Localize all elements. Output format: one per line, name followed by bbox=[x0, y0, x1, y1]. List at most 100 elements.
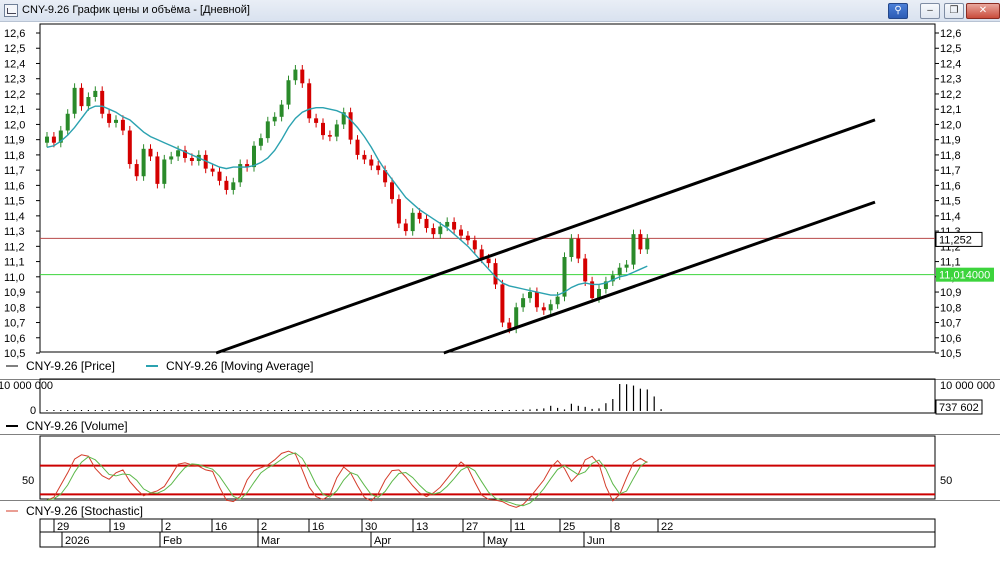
y-tick-label-right: 11,5 bbox=[940, 196, 961, 208]
candle-body bbox=[79, 87, 84, 107]
y-tick-label-left: 11,4 bbox=[4, 211, 25, 223]
panel-separator bbox=[0, 434, 1000, 435]
last-price-label: 11,252 bbox=[939, 234, 972, 246]
candle-body bbox=[638, 234, 643, 250]
candle-body bbox=[576, 238, 581, 259]
stochastic-right-label: 50 bbox=[940, 475, 952, 487]
chart-window-icon bbox=[4, 4, 18, 17]
candle-body bbox=[548, 304, 553, 311]
y-tick-label-left: 12,1 bbox=[4, 104, 25, 116]
y-tick-label-right: 12,3 bbox=[940, 74, 961, 86]
y-tick-label-left: 10,7 bbox=[4, 318, 25, 330]
candle-body bbox=[100, 90, 105, 114]
candle-body bbox=[583, 258, 588, 282]
candle-body bbox=[327, 135, 332, 137]
y-tick-label-left: 11,7 bbox=[4, 165, 25, 177]
y-tick-label-left: 12,5 bbox=[4, 43, 25, 55]
y-tick-label-right: 10,7 bbox=[940, 318, 961, 330]
volume-zero-label: 0 bbox=[30, 405, 36, 417]
candle-body bbox=[514, 307, 519, 329]
y-tick-label-right: 12,5 bbox=[940, 43, 961, 55]
y-tick-label-left: 11,0 bbox=[4, 272, 25, 284]
candle-body bbox=[521, 298, 526, 308]
y-tick-label-right: 11,4 bbox=[940, 211, 961, 223]
candle-body bbox=[224, 180, 229, 190]
date-month-label: 2026 bbox=[65, 535, 89, 547]
date-day-label: 22 bbox=[661, 521, 673, 533]
legend-ma-text: CNY-9.26 [Moving Average] bbox=[166, 359, 313, 373]
date-day-label: 25 bbox=[563, 521, 575, 533]
y-tick-label-right: 12,2 bbox=[940, 89, 961, 101]
candle-body bbox=[107, 113, 112, 123]
y-tick-label-right: 12,4 bbox=[940, 58, 961, 70]
candle-body bbox=[265, 121, 270, 139]
candle-body bbox=[114, 119, 118, 123]
candle-body bbox=[493, 263, 498, 285]
candle-body bbox=[127, 130, 132, 165]
candle-body bbox=[459, 229, 463, 236]
price-panel-frame bbox=[39, 23, 936, 353]
y-tick-label-left: 12,3 bbox=[4, 74, 25, 86]
candle-body bbox=[134, 164, 139, 177]
candle-body bbox=[472, 240, 477, 250]
candle-body bbox=[120, 119, 125, 131]
candle-body bbox=[141, 148, 146, 177]
date-day-label: 13 bbox=[416, 521, 428, 533]
candle-body bbox=[286, 80, 291, 105]
legend-volume-text: CNY-9.26 [Volume] bbox=[26, 419, 128, 433]
candle-body bbox=[272, 116, 277, 122]
candle-body bbox=[403, 223, 408, 232]
candle-body bbox=[217, 171, 222, 181]
legend-price-text: CNY-9.26 [Price] bbox=[26, 359, 115, 373]
candle-body bbox=[645, 238, 650, 250]
window-title: CNY-9.26 График цены и объёма - [Дневной… bbox=[22, 4, 250, 16]
stochastic-left-label: 50 bbox=[22, 475, 34, 487]
y-tick-label-right: 10,5 bbox=[940, 348, 961, 360]
candle-body bbox=[169, 156, 174, 160]
candle-body bbox=[93, 90, 98, 97]
legend-stochastic-text: CNY-9.26 [Stochastic] bbox=[26, 504, 143, 518]
y-tick-label-right: 11,7 bbox=[940, 165, 961, 177]
restore-button[interactable]: ❐ bbox=[944, 3, 964, 19]
chart-area[interactable]: 12,6 12,6 12,5 12,5 12,4 12,4 12,3 12,3 12,2 12,2… bbox=[0, 22, 1000, 563]
candle-body bbox=[624, 264, 629, 268]
candle-body bbox=[541, 307, 546, 311]
y-tick-label-left: 11,3 bbox=[4, 226, 25, 238]
y-tick-label-left: 11,5 bbox=[4, 196, 25, 208]
y-tick-label-right: 11,1 bbox=[940, 257, 961, 269]
candle-body bbox=[355, 139, 360, 155]
date-day-label: 16 bbox=[215, 521, 227, 533]
candle-body bbox=[390, 182, 394, 200]
candle-body bbox=[314, 118, 319, 123]
y-tick-label-left: 11,9 bbox=[4, 135, 25, 147]
y-tick-label-left: 10,8 bbox=[4, 302, 25, 314]
date-day-label: 30 bbox=[365, 521, 377, 533]
last-volume-label: 737 602 bbox=[939, 402, 979, 414]
candle-body bbox=[155, 156, 160, 184]
candle-body bbox=[431, 228, 436, 235]
candle-body bbox=[189, 157, 194, 161]
close-button[interactable]: ✕ bbox=[966, 3, 1000, 19]
candle-body bbox=[507, 322, 512, 329]
y-tick-label-left: 11,6 bbox=[4, 180, 25, 192]
candle-body bbox=[569, 238, 574, 257]
date-day-label: 16 bbox=[312, 521, 324, 533]
y-tick-label-left: 11,1 bbox=[4, 257, 25, 269]
candle-body bbox=[631, 234, 636, 265]
y-tick-label-right: 12,6 bbox=[940, 28, 961, 40]
y-tick-label-right: 11,6 bbox=[940, 180, 961, 192]
candle-body bbox=[231, 182, 236, 190]
candle-body bbox=[279, 104, 284, 117]
y-tick-label-left: 11,8 bbox=[4, 150, 25, 162]
candle-body bbox=[369, 159, 374, 166]
candle-body bbox=[210, 168, 215, 172]
pin-button[interactable]: ⚲ bbox=[888, 3, 908, 19]
candle-body bbox=[362, 154, 367, 160]
candle-body bbox=[376, 165, 381, 171]
candle-body bbox=[258, 138, 263, 146]
date-day-label: 8 bbox=[614, 521, 620, 533]
volume-right-top-label: 10 000 000 bbox=[940, 380, 995, 392]
candle-body bbox=[445, 221, 450, 227]
candle-body bbox=[176, 150, 181, 157]
minimize-button[interactable]: – bbox=[920, 3, 940, 19]
